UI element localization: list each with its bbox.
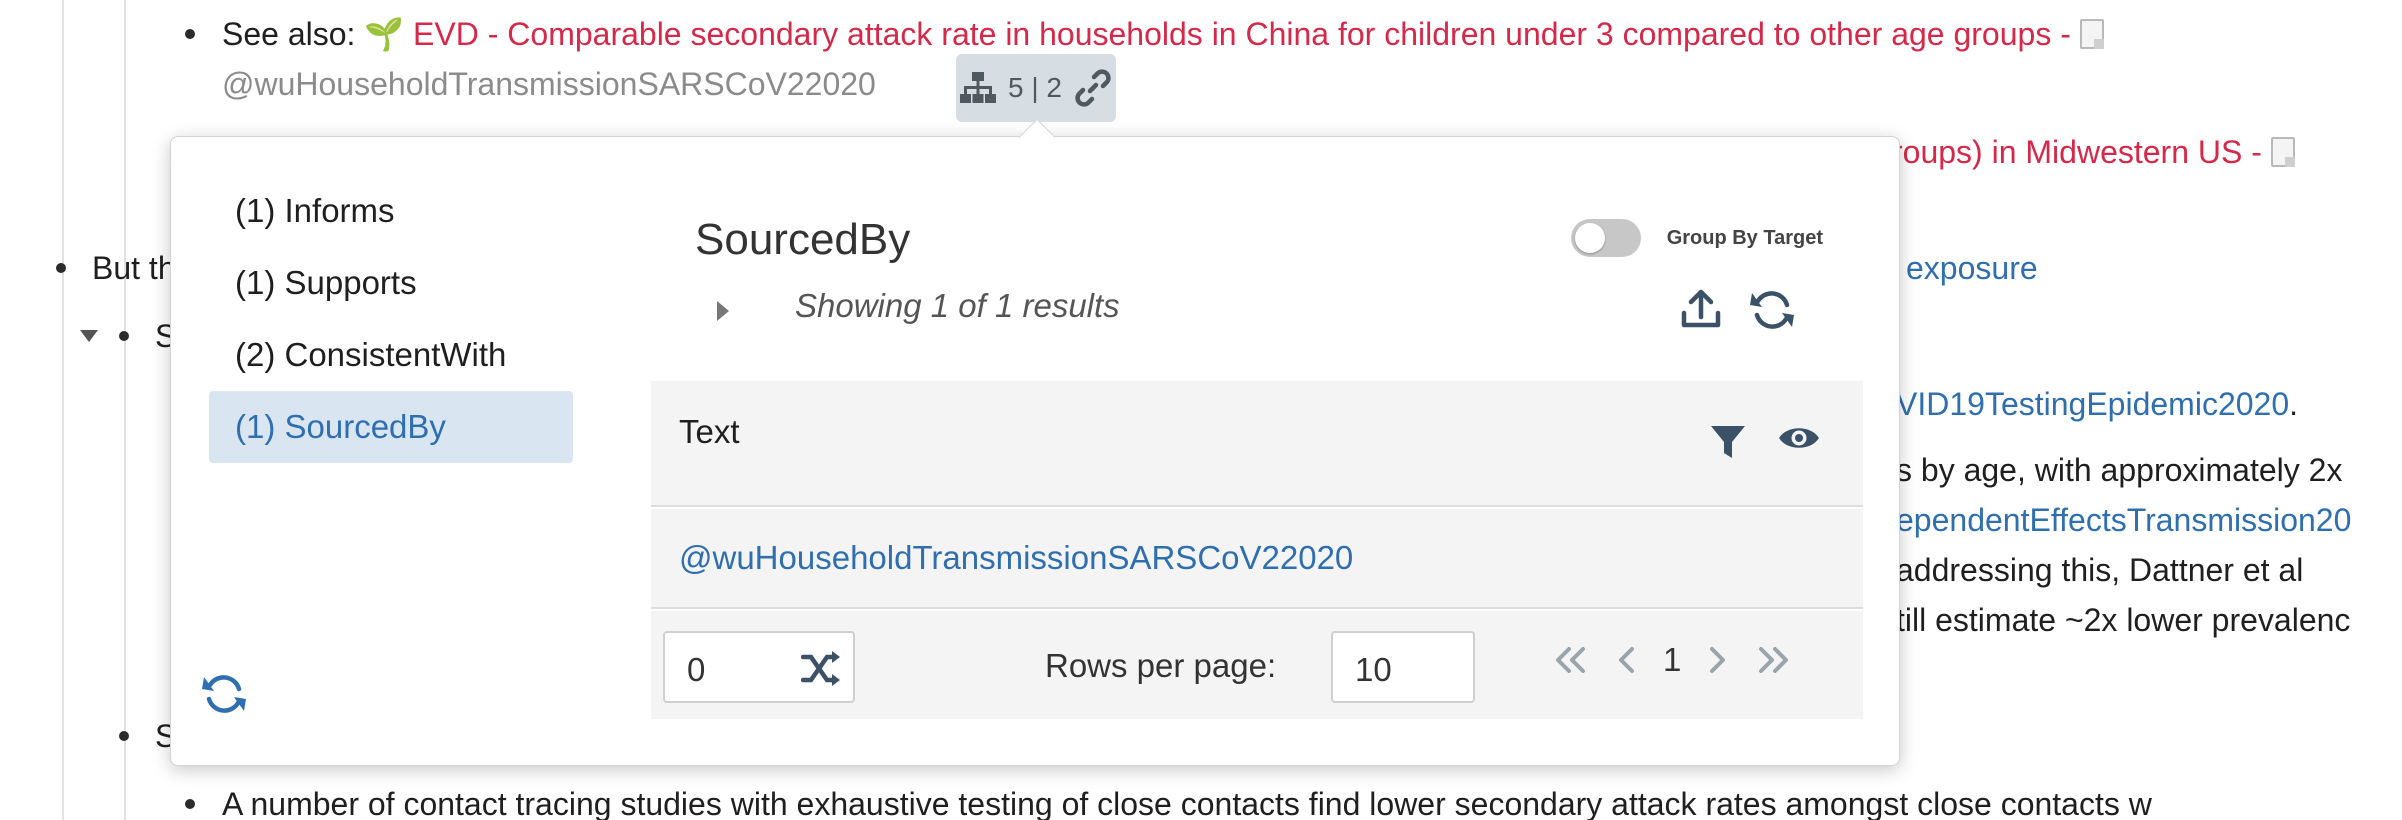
rows-per-page-value: 10 [1355, 651, 1392, 688]
line6[interactable]: ependentEffectsTransmission20 [1896, 500, 2351, 540]
bullet [56, 263, 66, 273]
expand-triangle-icon[interactable] [717, 301, 729, 321]
group-by-target-toggle[interactable] [1570, 219, 1641, 257]
seed-input[interactable]: 0 [663, 631, 855, 703]
refresh-icon[interactable] [1749, 287, 1795, 333]
refresh-icon[interactable] [201, 671, 247, 722]
line4-link[interactable]: VID19TestingEpidemic2020 [1896, 386, 2289, 422]
sprout-icon: 🌱 [364, 16, 405, 52]
relation-item-supports[interactable]: (1) Supports [209, 247, 573, 319]
citation-text[interactable]: @wuHouseholdTransmissionSARSCoV22020 [222, 64, 876, 104]
relation-title: SourcedBy [695, 215, 911, 264]
table-header: Text [651, 381, 1863, 507]
line10: A number of contact tracing studies with… [222, 786, 2152, 820]
relation-item-consistentwith[interactable]: (2) ConsistentWith [209, 319, 573, 391]
relation-content: SourcedBy Group By Target Showing 1 of 1… [651, 137, 1863, 767]
table-footer: 0 Rows per page: 10 1 [651, 611, 1863, 719]
relation-item-sourcedby[interactable]: (1) SourcedBy [209, 391, 573, 463]
filter-icon[interactable] [1709, 423, 1747, 461]
seed-value: 0 [687, 651, 706, 688]
line8: till estimate ~2x lower prevalenc [1896, 602, 2351, 638]
eye-icon[interactable] [1777, 423, 1821, 453]
see-also-link[interactable]: EVD - Comparable secondary attack rate i… [413, 16, 2071, 52]
column-actions [1709, 423, 1821, 461]
rows-per-page-input[interactable]: 10 [1331, 631, 1475, 703]
group-by-target-label: Group By Target [1666, 226, 1823, 249]
line3-end[interactable]: exposure [1906, 248, 2038, 288]
last-page-icon[interactable] [1753, 645, 1793, 675]
relations-popover: (1) Informs (1) Supports (2) ConsistentW… [170, 136, 1900, 766]
line7: addressing this, Dattner et al [1896, 552, 2304, 588]
header-actions [1679, 287, 1795, 333]
current-page: 1 [1663, 641, 1682, 678]
relation-list: (1) Informs (1) Supports (2) ConsistentW… [209, 175, 573, 463]
group-by-target-control[interactable]: Group By Target [1570, 219, 1823, 257]
line4-period: . [2289, 386, 2299, 422]
table-cell-text[interactable]: @wuHouseholdTransmissionSARSCoV22020 [679, 539, 1353, 577]
relations-badge[interactable]: 5 | 2 [956, 54, 1116, 122]
pagination: 1 [1551, 641, 1793, 679]
rows-per-page-label: Rows per page: [1045, 647, 1277, 684]
column-header-text[interactable]: Text [679, 413, 740, 451]
export-icon[interactable] [1679, 287, 1723, 331]
line2-fragment[interactable]: roups) in Midwestern US - [1892, 132, 2295, 172]
bullet [185, 29, 195, 39]
next-page-icon[interactable] [1705, 645, 1729, 675]
document-icon[interactable] [2079, 19, 2104, 49]
collapse-triangle-icon[interactable] [80, 330, 98, 342]
page: See also: 🌱 EVD - Comparable secondary a… [0, 0, 2402, 820]
hierarchy-icon [960, 72, 996, 103]
line3-start: But th [92, 250, 176, 286]
bullet [119, 731, 129, 741]
see-also-line: See also: 🌱 EVD - Comparable secondary a… [222, 14, 2104, 54]
outline-guide [124, 0, 126, 820]
line5: s by age, with approximately 2x [1896, 452, 2343, 488]
first-page-icon[interactable] [1551, 645, 1591, 675]
document-icon[interactable] [2270, 137, 2295, 167]
relation-item-informs[interactable]: (1) Informs [209, 175, 573, 247]
link-icon[interactable] [1074, 69, 1112, 107]
table-row: @wuHouseholdTransmissionSARSCoV22020 [651, 509, 1863, 609]
prev-page-icon[interactable] [1615, 645, 1639, 675]
bullet [119, 331, 129, 341]
outline-guide [62, 0, 64, 820]
line2-link[interactable]: roups) in Midwestern US - [1892, 134, 2262, 170]
bullet [185, 799, 195, 809]
badge-count: 5 | 2 [1008, 72, 1062, 103]
see-also-label: See also: [222, 16, 356, 52]
shuffle-icon[interactable] [801, 649, 841, 689]
results-count: Showing 1 of 1 results [795, 287, 1120, 324]
line4-end: VID19TestingEpidemic2020. [1896, 384, 2298, 424]
